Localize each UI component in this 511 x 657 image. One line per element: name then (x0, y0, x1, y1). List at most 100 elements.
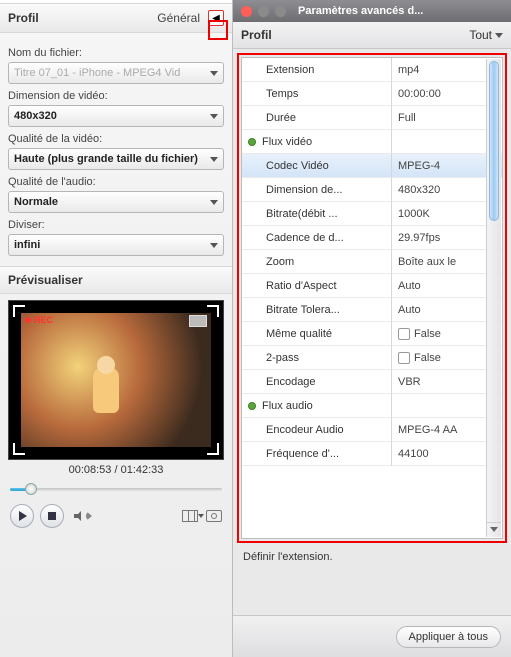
chevron-down-icon (210, 71, 218, 76)
setting-key: Cadence de d... (266, 232, 344, 244)
profile-header: Profil Tout (233, 22, 511, 49)
video-quality-select[interactable]: Haute (plus grande taille du fichier) (8, 148, 224, 170)
profile-header: Profil Général ◀ (0, 3, 232, 33)
snapshot-icon[interactable] (206, 510, 222, 522)
setting-value: MPEG-4 (398, 160, 440, 172)
preview-label: Prévisualiser (0, 266, 232, 294)
table-row[interactable]: Encodeur AudioMPEG-4 AA (242, 418, 502, 442)
filename-field[interactable]: Titre 07_01 - iPhone - MPEG4 Vid (8, 62, 224, 84)
disclosure-icon[interactable] (248, 138, 256, 146)
zoom-icon (275, 6, 286, 17)
split-label: Diviser: (8, 219, 224, 231)
setting-key: Durée (266, 112, 296, 124)
scroll-thumb[interactable] (489, 61, 499, 221)
setting-key: Extension (266, 64, 314, 76)
scroll-down-button[interactable] (487, 522, 501, 536)
close-icon[interactable] (241, 6, 252, 17)
setting-key: Bitrate(débit ... (266, 208, 338, 220)
chevron-down-icon (210, 243, 218, 248)
frame-select-icon[interactable] (182, 510, 198, 522)
table-row[interactable]: Fréquence d'... 44100 (242, 442, 502, 466)
profile-label: Profil (8, 11, 39, 25)
table-row[interactable]: Temps 00:00:00 (242, 82, 502, 106)
table-row[interactable]: Extensionmp4 (242, 58, 502, 82)
left-panel: Profil Général ◀ Nom du fichier: Titre 0… (0, 0, 233, 657)
setting-key: Flux audio (262, 400, 313, 412)
setting-value: False (414, 328, 441, 340)
video-quality-label: Qualité de la vidéo: (8, 133, 224, 145)
time-readout: 00:08:53 / 01:42:33 (0, 464, 232, 476)
group-row: Flux audio (242, 394, 502, 418)
setting-key: Encodeur Audio (266, 424, 344, 436)
right-panel: Paramètres avancés d... Profil Tout Exte… (233, 0, 511, 657)
table-row[interactable]: Encodage VBR (242, 370, 502, 394)
setting-value: Full (398, 112, 416, 124)
video-dimension-select[interactable]: 480x320 (8, 105, 224, 127)
setting-value: Boîte aux le (398, 256, 456, 268)
video-dimension-label: Dimension de vidéo: (8, 90, 224, 102)
chevron-down-icon (210, 200, 218, 205)
setting-key: Temps (266, 88, 298, 100)
footer: Appliquer à tous (233, 615, 511, 657)
seek-slider[interactable] (10, 482, 222, 496)
setting-key: Bitrate Tolera... (266, 304, 340, 316)
chevron-down-icon (210, 114, 218, 119)
pip-icon (189, 315, 207, 327)
setting-value: 1000K (398, 208, 430, 220)
group-row: Flux vidéo (242, 130, 502, 154)
setting-value: Auto (398, 304, 421, 316)
setting-key: Dimension de... (266, 184, 342, 196)
table-row[interactable]: Durée Full (242, 106, 502, 130)
setting-value: 00:00:00 (398, 88, 441, 100)
window-title: Paramètres avancés d... (298, 5, 423, 17)
profile-label: Profil (241, 28, 272, 42)
speaker-icon (74, 511, 84, 521)
seek-knob[interactable] (25, 483, 37, 495)
setting-key: Même qualité (266, 328, 332, 340)
apply-all-button[interactable]: Appliquer à tous (396, 626, 502, 648)
profile-menu[interactable]: Général (157, 11, 200, 25)
table-row[interactable]: Même qualité False (242, 322, 502, 346)
table-row[interactable]: Zoom Boîte aux le (242, 250, 502, 274)
audio-quality-select[interactable]: Normale (8, 191, 224, 213)
disclosure-icon[interactable] (248, 402, 256, 410)
setting-key: Zoom (266, 256, 294, 268)
table-row[interactable]: Codec Vidéo MPEG-4 (242, 154, 502, 178)
setting-value: 44100 (398, 448, 429, 460)
audio-quality-label: Qualité de l'audio: (8, 176, 224, 188)
status-text: Définir l'extension. (233, 543, 511, 571)
setting-key: Ratio d'Aspect (266, 280, 337, 292)
setting-key: Flux vidéo (262, 136, 312, 148)
play-button[interactable] (10, 504, 34, 528)
settings-grid: Extensionmp4 Temps 00:00:00 Durée Full Flux v… (241, 57, 503, 539)
setting-key: Codec Vidéo (266, 160, 329, 172)
filename-label: Nom du fichier: (8, 47, 224, 59)
collapse-button[interactable]: ◀ (208, 10, 224, 26)
table-row[interactable]: Cadence de d... 29.97fps (242, 226, 502, 250)
split-select[interactable]: infini (8, 234, 224, 256)
setting-key: Encodage (266, 376, 316, 388)
settings-grid-highlight: Extensionmp4 Temps 00:00:00 Durée Full Flux v… (237, 53, 507, 543)
preview-viewport[interactable]: REC (8, 300, 224, 460)
setting-key: 2-pass (266, 352, 299, 364)
profile-filter[interactable]: Tout (469, 28, 503, 42)
checkbox[interactable] (398, 352, 410, 364)
vertical-scrollbar[interactable] (486, 59, 501, 537)
window-titlebar: Paramètres avancés d... (233, 0, 511, 22)
setting-value: Auto (398, 280, 421, 292)
chevron-down-icon (495, 33, 503, 38)
table-row[interactable]: Dimension de... 480x320 (242, 178, 502, 202)
setting-value: 29.97fps (398, 232, 440, 244)
table-row[interactable]: Ratio d'Aspect Auto (242, 274, 502, 298)
checkbox[interactable] (398, 328, 410, 340)
table-row[interactable]: Bitrate Tolera... Auto (242, 298, 502, 322)
rec-indicator: REC (25, 315, 53, 325)
setting-key: Fréquence d'... (266, 448, 339, 460)
setting-value: VBR (398, 376, 421, 388)
stop-button[interactable] (40, 504, 64, 528)
volume-control[interactable] (74, 511, 97, 521)
setting-value: 480x320 (398, 184, 440, 196)
table-row[interactable]: 2-pass False (242, 346, 502, 370)
table-row[interactable]: Bitrate(débit ... 1000K (242, 202, 502, 226)
setting-value: False (414, 352, 441, 364)
